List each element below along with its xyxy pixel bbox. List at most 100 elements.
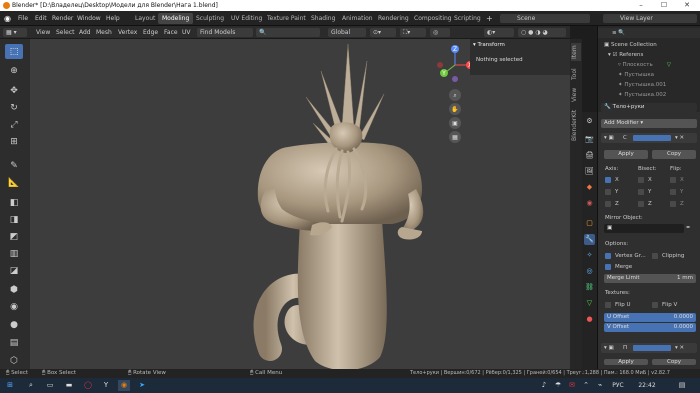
maximize-icon[interactable]: ☐ xyxy=(653,0,675,11)
tab-item[interactable]: Item xyxy=(571,43,581,61)
constraints-tab-icon[interactable]: ⛓ xyxy=(584,282,595,293)
modifier-visibility-toggles[interactable] xyxy=(633,135,671,141)
tray-icon[interactable]: ☂ xyxy=(552,380,564,391)
scale-tool-icon[interactable]: ⤢ xyxy=(5,117,23,132)
tab-scripting[interactable]: Scripting xyxy=(450,13,485,24)
tab-uv-editing[interactable]: UV Editing xyxy=(227,13,266,24)
menu-window[interactable]: Window xyxy=(77,11,101,26)
shear-tool-icon[interactable]: ⬡ xyxy=(5,353,23,368)
windows-start-icon[interactable]: ⊞ xyxy=(4,380,16,391)
outliner-item[interactable]: ▿ Плоскость ▽ xyxy=(598,60,700,70)
bevel-tool-icon[interactable]: ◩ xyxy=(5,229,23,244)
3d-viewport[interactable]: Z X Y ⌕ ✋ ▣ ▦ xyxy=(30,39,570,369)
add-workspace-icon[interactable]: + xyxy=(486,11,493,26)
move-tool-icon[interactable]: ✥ xyxy=(5,83,23,98)
view-layer-selector[interactable]: View Layer xyxy=(603,14,697,23)
overlays-toggle[interactable]: ◐▾ xyxy=(484,28,514,37)
tab-shading[interactable]: Shading xyxy=(307,13,339,24)
spin-tool-icon[interactable]: ◉ xyxy=(5,299,23,314)
particles-tab-icon[interactable]: ✧ xyxy=(584,250,595,261)
yandex-icon[interactable]: Y xyxy=(100,380,112,391)
proportional-edit-toggle[interactable]: ◎ xyxy=(430,28,450,37)
modifier-name-field[interactable]: П xyxy=(623,344,627,352)
tab-rendering[interactable]: Rendering xyxy=(374,13,413,24)
tab-layout[interactable]: Layout xyxy=(131,13,159,24)
clock[interactable]: 22:42 xyxy=(636,380,658,391)
gizmo-z-label[interactable]: Z xyxy=(453,46,457,53)
modifier-visibility-toggles[interactable] xyxy=(633,345,671,351)
modifier-header[interactable]: ▾ ▣ П ▾ ✕ xyxy=(601,343,697,353)
notifications-icon[interactable]: ▤ xyxy=(676,380,688,391)
tab-compositing[interactable]: Compositing xyxy=(410,13,456,24)
u-offset-field[interactable]: U Offset 0.0000 xyxy=(604,313,696,322)
view-layer-tab-icon[interactable]: 🖼 xyxy=(584,166,595,177)
add-modifier-button[interactable]: Add Modifier ▾ xyxy=(601,119,697,128)
flip-z-checkbox[interactable] xyxy=(670,201,676,207)
merge-checkbox[interactable] xyxy=(605,264,611,270)
flip-y-checkbox[interactable] xyxy=(670,189,676,195)
snap-toggle[interactable]: ⛶▾ xyxy=(400,28,426,37)
tab-modeling[interactable]: Modeling xyxy=(158,13,194,24)
outliner-scene-collection[interactable]: ▣ Scene Collection xyxy=(598,40,700,50)
viewport-menu-select[interactable]: Select xyxy=(56,26,75,39)
output-tab-icon[interactable]: 🖨 xyxy=(584,150,595,161)
menu-help[interactable]: Help xyxy=(106,11,120,26)
modifier-menu-icon[interactable]: ▾ ✕ xyxy=(675,344,684,352)
viewport-menu-add[interactable]: Add xyxy=(79,26,91,39)
eyedropper-icon[interactable]: ✒ xyxy=(686,224,691,232)
viewport-menu-uv[interactable]: UV xyxy=(182,26,191,39)
axis-x-checkbox[interactable] xyxy=(605,177,611,183)
blender-menu-icon[interactable]: ◉ xyxy=(4,11,11,26)
find-models-button[interactable]: Find Models xyxy=(197,28,253,37)
menu-file[interactable]: File xyxy=(18,11,28,26)
transform-tool-icon[interactable]: ⊞ xyxy=(5,134,23,149)
outliner-item[interactable]: ✦ Пустышка.001 xyxy=(598,80,700,90)
modifier-name-field[interactable]: C xyxy=(623,134,627,142)
tab-sculpting[interactable]: Sculpting xyxy=(192,13,228,24)
tool-tab-icon[interactable]: ⚙ xyxy=(584,116,595,127)
knife-tool-icon[interactable]: ◪ xyxy=(5,263,23,278)
physics-tab-icon[interactable]: ◎ xyxy=(584,266,595,277)
flip-v-checkbox[interactable] xyxy=(652,302,658,308)
filter-icon[interactable]: ≡ xyxy=(612,30,617,36)
tray-icon[interactable]: ⌃ xyxy=(580,380,592,391)
tab-texture-paint[interactable]: Texture Paint xyxy=(263,13,310,24)
transform-header[interactable]: ▾ Transform xyxy=(473,41,505,49)
v-offset-field[interactable]: V Offset 0.0000 xyxy=(604,323,696,332)
viewport-menu-edge[interactable]: Edge xyxy=(143,26,158,39)
annotate-tool-icon[interactable]: ✎ xyxy=(5,158,23,173)
expand-icon[interactable]: ▾ ▣ xyxy=(604,134,614,142)
flip-u-checkbox[interactable] xyxy=(605,302,611,308)
modifier-menu-icon[interactable]: ▾ ✕ xyxy=(675,134,684,142)
modifier-tab-icon[interactable]: 🔧 xyxy=(584,234,595,245)
outliner-item[interactable]: ▾ ☑ Referens xyxy=(598,50,700,60)
copy-button[interactable]: Copy xyxy=(652,150,696,159)
outliner-item[interactable]: ✦ Пустышка.002 xyxy=(598,90,700,100)
bisect-z-checkbox[interactable] xyxy=(638,201,644,207)
gizmo-y-label[interactable]: Y xyxy=(441,70,446,77)
search-icon[interactable]: ⌕ xyxy=(25,380,37,391)
close-icon[interactable]: ✕ xyxy=(676,0,698,11)
opera-icon[interactable]: ◯ xyxy=(82,380,94,391)
axis-y-checkbox[interactable] xyxy=(605,189,611,195)
tray-icon[interactable]: ♪ xyxy=(538,380,550,391)
copy-button[interactable]: Copy xyxy=(652,359,696,365)
measure-tool-icon[interactable]: 📐 xyxy=(5,175,23,190)
mirror-object-field[interactable]: ▣ xyxy=(604,224,684,233)
telegram-icon[interactable]: ➤ xyxy=(136,380,148,391)
modifier-header[interactable]: ▾ ▣ C ▾ ✕ xyxy=(601,133,697,143)
viewport-menu-view[interactable]: View xyxy=(36,26,50,39)
editor-type-selector[interactable]: ▦ ▾ xyxy=(3,28,27,37)
cursor-tool-icon[interactable]: ⊕ xyxy=(5,63,23,78)
viewport-menu-mesh[interactable]: Mesh xyxy=(96,26,112,39)
smooth-tool-icon[interactable]: ● xyxy=(5,317,23,332)
menu-render[interactable]: Render xyxy=(52,11,73,26)
object-name-field[interactable]: 🔧 Тело+руки xyxy=(601,103,697,112)
inset-tool-icon[interactable]: ◨ xyxy=(5,212,23,227)
object-tab-icon[interactable]: ▢ xyxy=(584,218,595,229)
blender-taskbar-icon[interactable]: ◉ xyxy=(118,380,130,391)
search-input[interactable]: 🔍 xyxy=(256,28,320,37)
bisect-x-checkbox[interactable] xyxy=(638,177,644,183)
render-tab-icon[interactable]: 📷 xyxy=(584,134,595,145)
task-view-icon[interactable]: ▭ xyxy=(44,380,56,391)
